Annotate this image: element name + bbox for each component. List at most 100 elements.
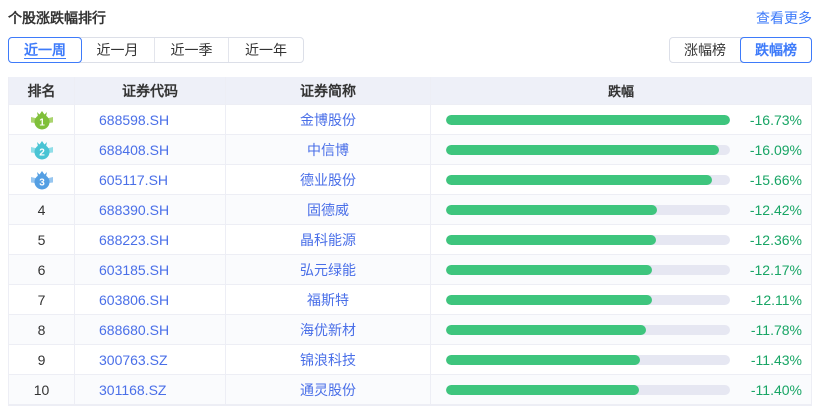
column-header-code: 证券代码 xyxy=(75,77,226,104)
tab-last-month[interactable]: 近一月 xyxy=(81,38,155,62)
rank-number: 6 xyxy=(37,261,46,278)
rank-cell: 10 xyxy=(9,375,75,404)
change-bar-track xyxy=(446,384,730,395)
ranking-table: 排名 证券代码 证券简称 跌幅 1 688598.SH 金博股份 -16.73% xyxy=(8,77,812,406)
page-title: 个股涨跌幅排行 xyxy=(8,9,106,26)
rank-cell: 4 xyxy=(9,195,75,224)
change-bar-fill xyxy=(446,324,646,335)
rank-number: 7 xyxy=(37,291,46,308)
rank-number: 4 xyxy=(37,201,46,218)
stock-name-link[interactable]: 福斯特 xyxy=(307,290,349,310)
column-header-change: 跌幅 xyxy=(607,84,634,99)
change-cell: -11.43% xyxy=(431,345,811,374)
change-bar-track xyxy=(446,204,730,215)
change-cell: -12.11% xyxy=(431,285,811,314)
rank-cell: 2 xyxy=(9,135,75,164)
change-percent: -11.40% xyxy=(750,381,802,398)
change-percent: -12.11% xyxy=(750,291,802,308)
change-bar-fill xyxy=(446,114,730,125)
table-body: 1 688598.SH 金博股份 -16.73% 2 688408.SH 中信博 xyxy=(9,105,811,405)
stock-code-link[interactable]: 300763.SZ xyxy=(99,352,168,368)
rank-cell: 1 xyxy=(9,105,75,134)
tab-losers-board[interactable]: 跌幅榜 xyxy=(740,37,812,63)
svg-text:1: 1 xyxy=(39,117,45,128)
rank-number: 9 xyxy=(37,351,46,368)
board-tab-group: 涨幅榜 跌幅榜 xyxy=(669,37,812,63)
stock-code-link[interactable]: 603185.SH xyxy=(99,262,169,278)
change-bar-track xyxy=(446,114,730,125)
change-percent: -15.66% xyxy=(749,171,802,188)
change-percent: -16.09% xyxy=(749,141,802,158)
rank-medal-icon: 3 xyxy=(30,170,53,189)
table-row[interactable]: 6 603185.SH 弘元绿能 -12.17% xyxy=(9,255,811,285)
table-row[interactable]: 8 688680.SH 海优新材 -11.78% xyxy=(9,315,811,345)
stock-name-link[interactable]: 德业股份 xyxy=(300,170,356,190)
stock-code-link[interactable]: 603806.SH xyxy=(99,292,169,308)
tab-last-quarter[interactable]: 近一季 xyxy=(155,38,229,62)
stock-code-link[interactable]: 688408.SH xyxy=(99,142,169,158)
stock-name-link[interactable]: 中信博 xyxy=(307,140,349,160)
column-header-rank: 排名 xyxy=(9,77,75,104)
stock-code-link[interactable]: 301168.SZ xyxy=(99,382,166,398)
change-cell: -16.09% xyxy=(431,135,811,164)
panel-header: 个股涨跌幅排行 查看更多 xyxy=(8,0,812,26)
change-bar-fill xyxy=(446,384,640,395)
rank-number: 5 xyxy=(37,231,46,248)
stock-name-link[interactable]: 弘元绿能 xyxy=(300,260,356,280)
change-percent: -12.17% xyxy=(749,261,802,278)
change-percent: -12.36% xyxy=(749,231,802,248)
change-bar-fill xyxy=(446,294,652,305)
change-percent: -11.43% xyxy=(750,351,802,368)
table-row[interactable]: 9 300763.SZ 锦浪科技 -11.43% xyxy=(9,345,811,375)
rank-cell: 9 xyxy=(9,345,75,374)
table-row[interactable]: 5 688223.SH 晶科能源 -12.36% xyxy=(9,225,811,255)
tab-gainers-board[interactable]: 涨幅榜 xyxy=(670,38,741,62)
table-row[interactable]: 3 605117.SH 德业股份 -15.66% xyxy=(9,165,811,195)
view-more-link[interactable]: 查看更多 xyxy=(756,8,812,28)
change-bar-fill xyxy=(446,174,712,185)
table-row[interactable]: 10 301168.SZ 通灵股份 -11.40% xyxy=(9,375,811,405)
rank-cell: 8 xyxy=(9,315,75,344)
change-cell: -12.17% xyxy=(431,255,811,284)
column-header-name: 证券简称 xyxy=(226,77,431,104)
stock-code-link[interactable]: 688390.SH xyxy=(99,202,169,218)
stock-code-link[interactable]: 688223.SH xyxy=(99,232,169,248)
rank-number: 8 xyxy=(37,321,46,338)
change-bar-fill xyxy=(446,234,656,245)
rank-number: 10 xyxy=(33,381,50,398)
svg-text:3: 3 xyxy=(39,177,45,188)
table-row[interactable]: 2 688408.SH 中信博 -16.09% xyxy=(9,135,811,165)
table-row[interactable]: 7 603806.SH 福斯特 -12.11% xyxy=(9,285,811,315)
svg-text:2: 2 xyxy=(39,147,45,158)
stock-name-link[interactable]: 锦浪科技 xyxy=(300,350,356,370)
stock-code-link[interactable]: 688680.SH xyxy=(99,322,169,338)
tab-last-week[interactable]: 近一周 xyxy=(8,37,82,63)
change-cell: -11.78% xyxy=(431,315,811,344)
change-percent: -16.73% xyxy=(749,111,802,128)
change-bar-track xyxy=(446,294,730,305)
change-bar-fill xyxy=(446,264,653,275)
stock-code-link[interactable]: 605117.SH xyxy=(99,172,168,188)
change-cell: -15.66% xyxy=(431,165,811,194)
change-bar-track xyxy=(446,174,730,185)
stock-name-link[interactable]: 金博股份 xyxy=(300,110,356,130)
stock-code-link[interactable]: 688598.SH xyxy=(99,112,169,128)
table-row[interactable]: 4 688390.SH 固德威 -12.42% xyxy=(9,195,811,225)
tab-last-year[interactable]: 近一年 xyxy=(229,38,303,62)
stock-name-link[interactable]: 固德威 xyxy=(307,200,349,220)
rank-medal-icon: 2 xyxy=(30,140,53,159)
rank-medal-icon: 1 xyxy=(30,110,53,129)
change-bar-fill xyxy=(446,204,657,215)
stock-name-link[interactable]: 通灵股份 xyxy=(300,380,356,400)
stock-name-link[interactable]: 晶科能源 xyxy=(300,230,356,250)
change-bar-track xyxy=(446,354,730,365)
stock-ranking-panel: 个股涨跌幅排行 查看更多 近一周 近一月 近一季 近一年 涨幅榜 跌幅榜 排名 … xyxy=(0,0,820,406)
rank-cell: 5 xyxy=(9,225,75,254)
change-bar-track xyxy=(446,264,730,275)
change-cell: -12.42% xyxy=(431,195,811,224)
change-cell: -12.36% xyxy=(431,225,811,254)
stock-name-link[interactable]: 海优新材 xyxy=(300,320,356,340)
table-row[interactable]: 1 688598.SH 金博股份 -16.73% xyxy=(9,105,811,135)
controls-row: 近一周 近一月 近一季 近一年 涨幅榜 跌幅榜 xyxy=(8,37,812,63)
rank-cell: 7 xyxy=(9,285,75,314)
